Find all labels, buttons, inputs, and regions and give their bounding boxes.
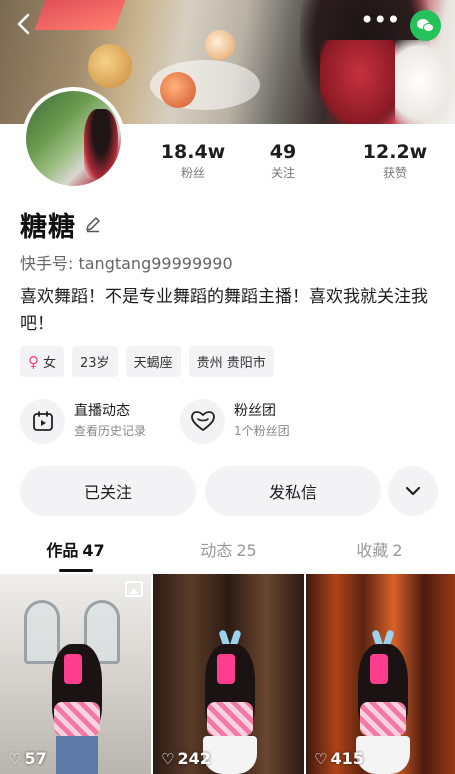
stat-value: 12.2w — [362, 141, 428, 163]
work-item[interactable]: ♡ 57 — [0, 574, 151, 774]
fan-club-entry[interactable]: 粉丝团 1个粉丝团 — [180, 398, 290, 444]
heart-icon: ♡ — [8, 749, 22, 768]
work-likes: ♡ 242 — [161, 749, 211, 768]
work-likes: ♡ 57 — [8, 749, 47, 768]
work-like-count: 415 — [330, 749, 364, 768]
tag-age: 23岁 — [72, 346, 118, 377]
send-message-button[interactable]: 发私信 — [205, 466, 381, 516]
tab-count: 2 — [392, 541, 403, 560]
profile-stats: 18.4w 粉丝 49 关注 12.2w 获赞 — [140, 140, 450, 184]
tab-label: 收藏 — [356, 541, 389, 560]
feature-title: 直播动态 — [74, 403, 130, 419]
more-button[interactable]: ••• — [360, 8, 400, 36]
feature-title: 粉丝团 — [234, 403, 276, 419]
feature-subtitle: 查看历史记录 — [74, 424, 147, 438]
stat-label: 获赞 — [382, 166, 407, 180]
stat-value: 18.4w — [160, 141, 226, 163]
more-actions-button[interactable] — [388, 466, 438, 516]
heart-icon: ♡ — [161, 749, 175, 768]
chevron-left-icon — [17, 13, 30, 35]
calendar-play-icon — [20, 398, 65, 444]
edit-icon[interactable] — [84, 215, 102, 233]
feature-subtitle: 1个粉丝团 — [234, 424, 290, 438]
works-grid: ♡ 57 ♡ 242 ♡ 415 — [0, 574, 455, 774]
stat-label: 关注 — [270, 166, 295, 180]
tab-favorites[interactable]: 收藏 2 — [304, 537, 455, 565]
tab-label: 作品 — [46, 541, 79, 560]
profile-name: 糖糖 — [20, 211, 76, 243]
work-item[interactable]: ♡ 242 — [153, 574, 304, 774]
tab-count: 47 — [82, 541, 105, 560]
live-history-entry[interactable]: 直播动态 查看历史记录 — [20, 398, 146, 444]
tag-gender: ♀ 女 — [20, 346, 65, 377]
stat-label: 粉丝 — [180, 166, 205, 180]
tab-moments[interactable]: 动态 25 — [153, 537, 304, 565]
profile-tags: ♀ 女 23岁 天蝎座 贵州 贵阳市 — [20, 346, 274, 377]
name-row: 糖糖 — [20, 206, 102, 243]
more-dots-icon: ••• — [360, 6, 400, 34]
kuaishou-id: 快手号: tangtang99999990 — [20, 254, 233, 273]
active-tab-indicator — [59, 569, 93, 572]
tab-label: 动态 — [200, 541, 233, 560]
work-like-count: 57 — [24, 749, 47, 768]
stat-likes[interactable]: 12.2w 获赞 — [352, 140, 438, 182]
work-item[interactable]: ♡ 415 — [306, 574, 455, 774]
stat-following[interactable]: 49 关注 — [248, 140, 318, 182]
female-icon: ♀ — [28, 352, 39, 371]
tag-location: 贵州 贵阳市 — [188, 346, 274, 377]
wechat-share-button[interactable] — [410, 10, 441, 41]
tab-count: 25 — [236, 541, 257, 560]
followed-button[interactable]: 已关注 — [20, 466, 196, 516]
work-like-count: 242 — [177, 749, 211, 768]
profile-bio: 喜欢舞蹈！不是专业舞蹈的舞蹈主播！喜欢我就关注我吧！ — [20, 287, 428, 334]
image-post-icon — [125, 581, 143, 597]
avatar[interactable] — [22, 87, 125, 190]
work-likes: ♡ 415 — [314, 749, 364, 768]
tag-gender-label: 女 — [43, 356, 57, 371]
tab-works[interactable]: 作品 47 — [0, 537, 151, 565]
stat-value: 49 — [269, 141, 297, 163]
tag-zodiac: 天蝎座 — [125, 346, 181, 377]
stat-followers[interactable]: 18.4w 粉丝 — [150, 140, 236, 182]
heart-icon: ♡ — [314, 749, 328, 768]
chevron-down-icon — [405, 486, 421, 496]
back-button[interactable] — [10, 10, 38, 38]
content-tabs: 作品 47 动态 25 收藏 2 — [0, 537, 455, 572]
heart-badge-icon — [180, 398, 225, 444]
